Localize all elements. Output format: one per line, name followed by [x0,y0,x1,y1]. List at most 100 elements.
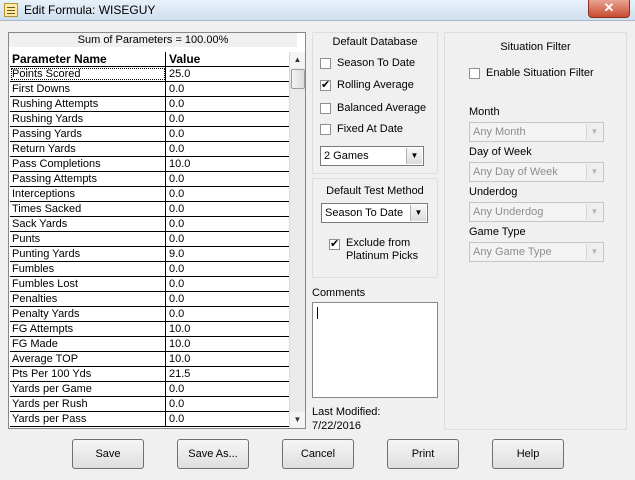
table-row[interactable]: Average TOP 10.0 [10,352,296,367]
table-scrollbar[interactable]: ▲ ▼ [289,52,305,428]
parameter-value-cell[interactable]: 0.0 [166,172,296,186]
parameter-value-cell[interactable]: 0.0 [166,292,296,306]
table-row[interactable]: Punts 0.0 [10,232,296,247]
table-row[interactable]: Pts Per 100 Yds 21.5 [10,367,296,382]
parameter-value-cell[interactable]: 0.0 [166,307,296,321]
column-header-value[interactable]: Value [166,52,296,66]
parameter-name-cell[interactable]: Punting Yards [10,247,166,261]
parameter-name-cell[interactable]: Fumbles Lost [10,277,166,291]
table-row[interactable]: Times Sacked 0.0 [10,202,296,217]
checkbox-box[interactable] [320,102,331,114]
table-row[interactable]: Sack Yards 0.0 [10,217,296,232]
scroll-down-arrow-icon[interactable]: ▼ [290,412,305,428]
parameter-name-cell[interactable]: Points Scored [10,67,166,81]
save-button[interactable]: Save [72,439,144,469]
game-type-dropdown[interactable]: Any Game Type ▼ [469,242,604,262]
day-of-week-dropdown[interactable]: Any Day of Week ▼ [469,162,604,182]
parameter-name-cell[interactable]: Penalty Yards [10,307,166,321]
chevron-down-icon[interactable]: ▼ [586,124,602,140]
parameter-value-cell[interactable]: 0.0 [166,397,296,411]
parameter-table[interactable]: Sum of Parameters = 100.00% Parameter Na… [8,32,306,429]
table-row[interactable]: Return Yards 0.0 [10,142,296,157]
balanced-average-checkbox[interactable]: Balanced Average [320,102,426,114]
parameter-name-cell[interactable]: Rushing Yards [10,112,166,126]
test-method-dropdown[interactable]: Season To Date ▼ [321,203,428,223]
parameter-value-cell[interactable]: 9.0 [166,247,296,261]
parameter-value-cell[interactable]: 0.0 [166,127,296,141]
parameter-name-cell[interactable]: FG Attempts [10,322,166,336]
fixed-at-date-checkbox[interactable]: Fixed At Date [320,123,403,135]
parameter-name-cell[interactable]: Rushing Attempts [10,97,166,111]
checkbox-box-checked[interactable] [329,237,340,250]
table-row[interactable]: Penalty Yards 0.0 [10,307,296,322]
help-button[interactable]: Help [492,439,564,469]
parameter-name-cell[interactable]: Fumbles [10,262,166,276]
parameter-name-cell[interactable]: Passing Attempts [10,172,166,186]
parameter-name-cell[interactable]: Pts Per 100 Yds [10,367,166,381]
parameter-name-cell[interactable]: Passing Yards [10,127,166,141]
checkbox-box-checked[interactable] [320,78,331,91]
table-row[interactable]: Passing Yards 0.0 [10,127,296,142]
parameter-value-cell[interactable]: 10.0 [166,352,296,366]
parameter-name-cell[interactable]: Yards per Rush [10,397,166,411]
parameter-value-cell[interactable]: 0.0 [166,412,296,426]
parameter-value-cell[interactable]: 21.5 [166,367,296,381]
parameter-name-cell[interactable]: FG Made [10,337,166,351]
parameter-value-cell[interactable]: 0.0 [166,202,296,216]
column-header-name[interactable]: Parameter Name [10,52,166,66]
parameter-name-cell[interactable]: First Downs [10,82,166,96]
save-as-button[interactable]: Save As... [177,439,249,469]
scroll-up-arrow-icon[interactable]: ▲ [290,52,305,68]
table-row[interactable]: Fumbles 0.0 [10,262,296,277]
parameter-name-cell[interactable]: Yards per Game [10,382,166,396]
parameter-name-cell[interactable]: Punts [10,232,166,246]
table-row[interactable]: Interceptions 0.0 [10,187,296,202]
parameter-name-cell[interactable]: Yards per Pass [10,412,166,426]
table-row[interactable]: Passing Attempts 0.0 [10,172,296,187]
scroll-thumb[interactable] [291,69,305,89]
parameter-name-cell[interactable]: Sack Yards [10,217,166,231]
parameter-value-cell[interactable]: 10.0 [166,337,296,351]
table-row[interactable]: Yards per Rush 0.0 [10,397,296,412]
parameter-value-cell[interactable]: 0.0 [166,217,296,231]
checkbox-box[interactable] [320,57,331,69]
parameter-value-cell[interactable]: 0.0 [166,277,296,291]
table-row[interactable]: Rushing Attempts 0.0 [10,97,296,112]
parameter-value-cell[interactable]: 0.0 [166,97,296,111]
parameter-value-cell[interactable]: 0.0 [166,82,296,96]
season-to-date-checkbox[interactable]: Season To Date [320,57,415,69]
comments-textarea[interactable] [312,302,438,398]
parameter-value-cell[interactable]: 0.0 [166,142,296,156]
parameter-value-cell[interactable]: 0.0 [166,382,296,396]
table-row[interactable]: Pass Completions 10.0 [10,157,296,172]
parameter-value-cell[interactable]: 0.0 [166,232,296,246]
table-row[interactable]: Fumbles Lost 0.0 [10,277,296,292]
table-row[interactable]: First Downs 0.0 [10,82,296,97]
table-row[interactable]: FG Made 10.0 [10,337,296,352]
table-row[interactable]: Points Scored 25.0 [10,67,296,82]
cancel-button[interactable]: Cancel [282,439,354,469]
parameter-value-cell[interactable]: 25.0 [166,67,296,81]
table-row[interactable]: FG Attempts 10.0 [10,322,296,337]
enable-situation-filter-checkbox[interactable]: Enable Situation Filter [469,67,594,79]
checkbox-box[interactable] [469,67,480,79]
parameter-name-cell[interactable]: Return Yards [10,142,166,156]
print-button[interactable]: Print [387,439,459,469]
chevron-down-icon[interactable]: ▼ [586,244,602,260]
parameter-name-cell[interactable]: Penalties [10,292,166,306]
chevron-down-icon[interactable]: ▼ [586,204,602,220]
checkbox-box[interactable] [320,123,331,135]
parameter-value-cell[interactable]: 0.0 [166,187,296,201]
parameter-value-cell[interactable]: 10.0 [166,157,296,171]
table-row[interactable]: Yards per Pass 0.0 [10,412,296,427]
table-row[interactable]: Punting Yards 9.0 [10,247,296,262]
parameter-value-cell[interactable]: 0.0 [166,112,296,126]
table-row[interactable]: Penalties 0.0 [10,292,296,307]
parameter-value-cell[interactable]: 10.0 [166,322,296,336]
chevron-down-icon[interactable]: ▼ [410,205,426,221]
close-button[interactable]: ✕ [588,0,630,18]
chevron-down-icon[interactable]: ▼ [406,148,422,164]
chevron-down-icon[interactable]: ▼ [586,164,602,180]
parameter-name-cell[interactable]: Interceptions [10,187,166,201]
games-dropdown[interactable]: 2 Games ▼ [320,146,424,166]
